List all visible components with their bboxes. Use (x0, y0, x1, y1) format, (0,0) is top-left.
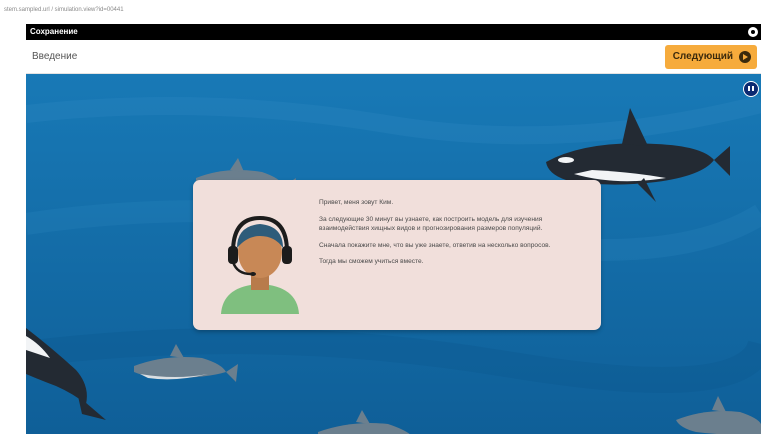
dialog-paragraph-3: Тогда мы сможем учиться вместе. (319, 258, 424, 265)
nav-bar: Введение Следующий (26, 40, 761, 74)
pause-button[interactable] (743, 81, 759, 97)
dialog-paragraph-2: Сначала покажите мне, что вы уже знаете,… (319, 241, 551, 249)
dialog-paragraph-1: За следующие 30 минут вы узнаете, как по… (319, 215, 543, 233)
section-title: Введение (32, 51, 78, 62)
simulation-window: Сохранение Введение Следующий Привет, ме… (26, 24, 761, 434)
window-title: Сохранение (30, 27, 78, 36)
dialog-greeting: Привет, меня зовут Ким. (319, 199, 394, 206)
title-bar: Сохранение (26, 24, 761, 40)
next-button-label: Следующий (672, 51, 733, 62)
intro-dialog: Привет, меня зовут Ким. За следующие 30 … (193, 180, 601, 330)
dialog-text: Привет, меня зовут Ким. За следующие 30 … (319, 198, 581, 274)
chevron-right-icon (739, 51, 751, 63)
settings-icon[interactable] (748, 27, 758, 37)
headset-avatar (221, 215, 299, 314)
browser-url: stem.sampled.url / simulation.view?id=00… (4, 7, 124, 13)
page: stem.sampled.url / simulation.view?id=00… (0, 0, 761, 434)
pause-icon-bar (752, 86, 754, 91)
next-button[interactable]: Следующий (664, 45, 757, 69)
pause-icon-bar (748, 86, 750, 91)
